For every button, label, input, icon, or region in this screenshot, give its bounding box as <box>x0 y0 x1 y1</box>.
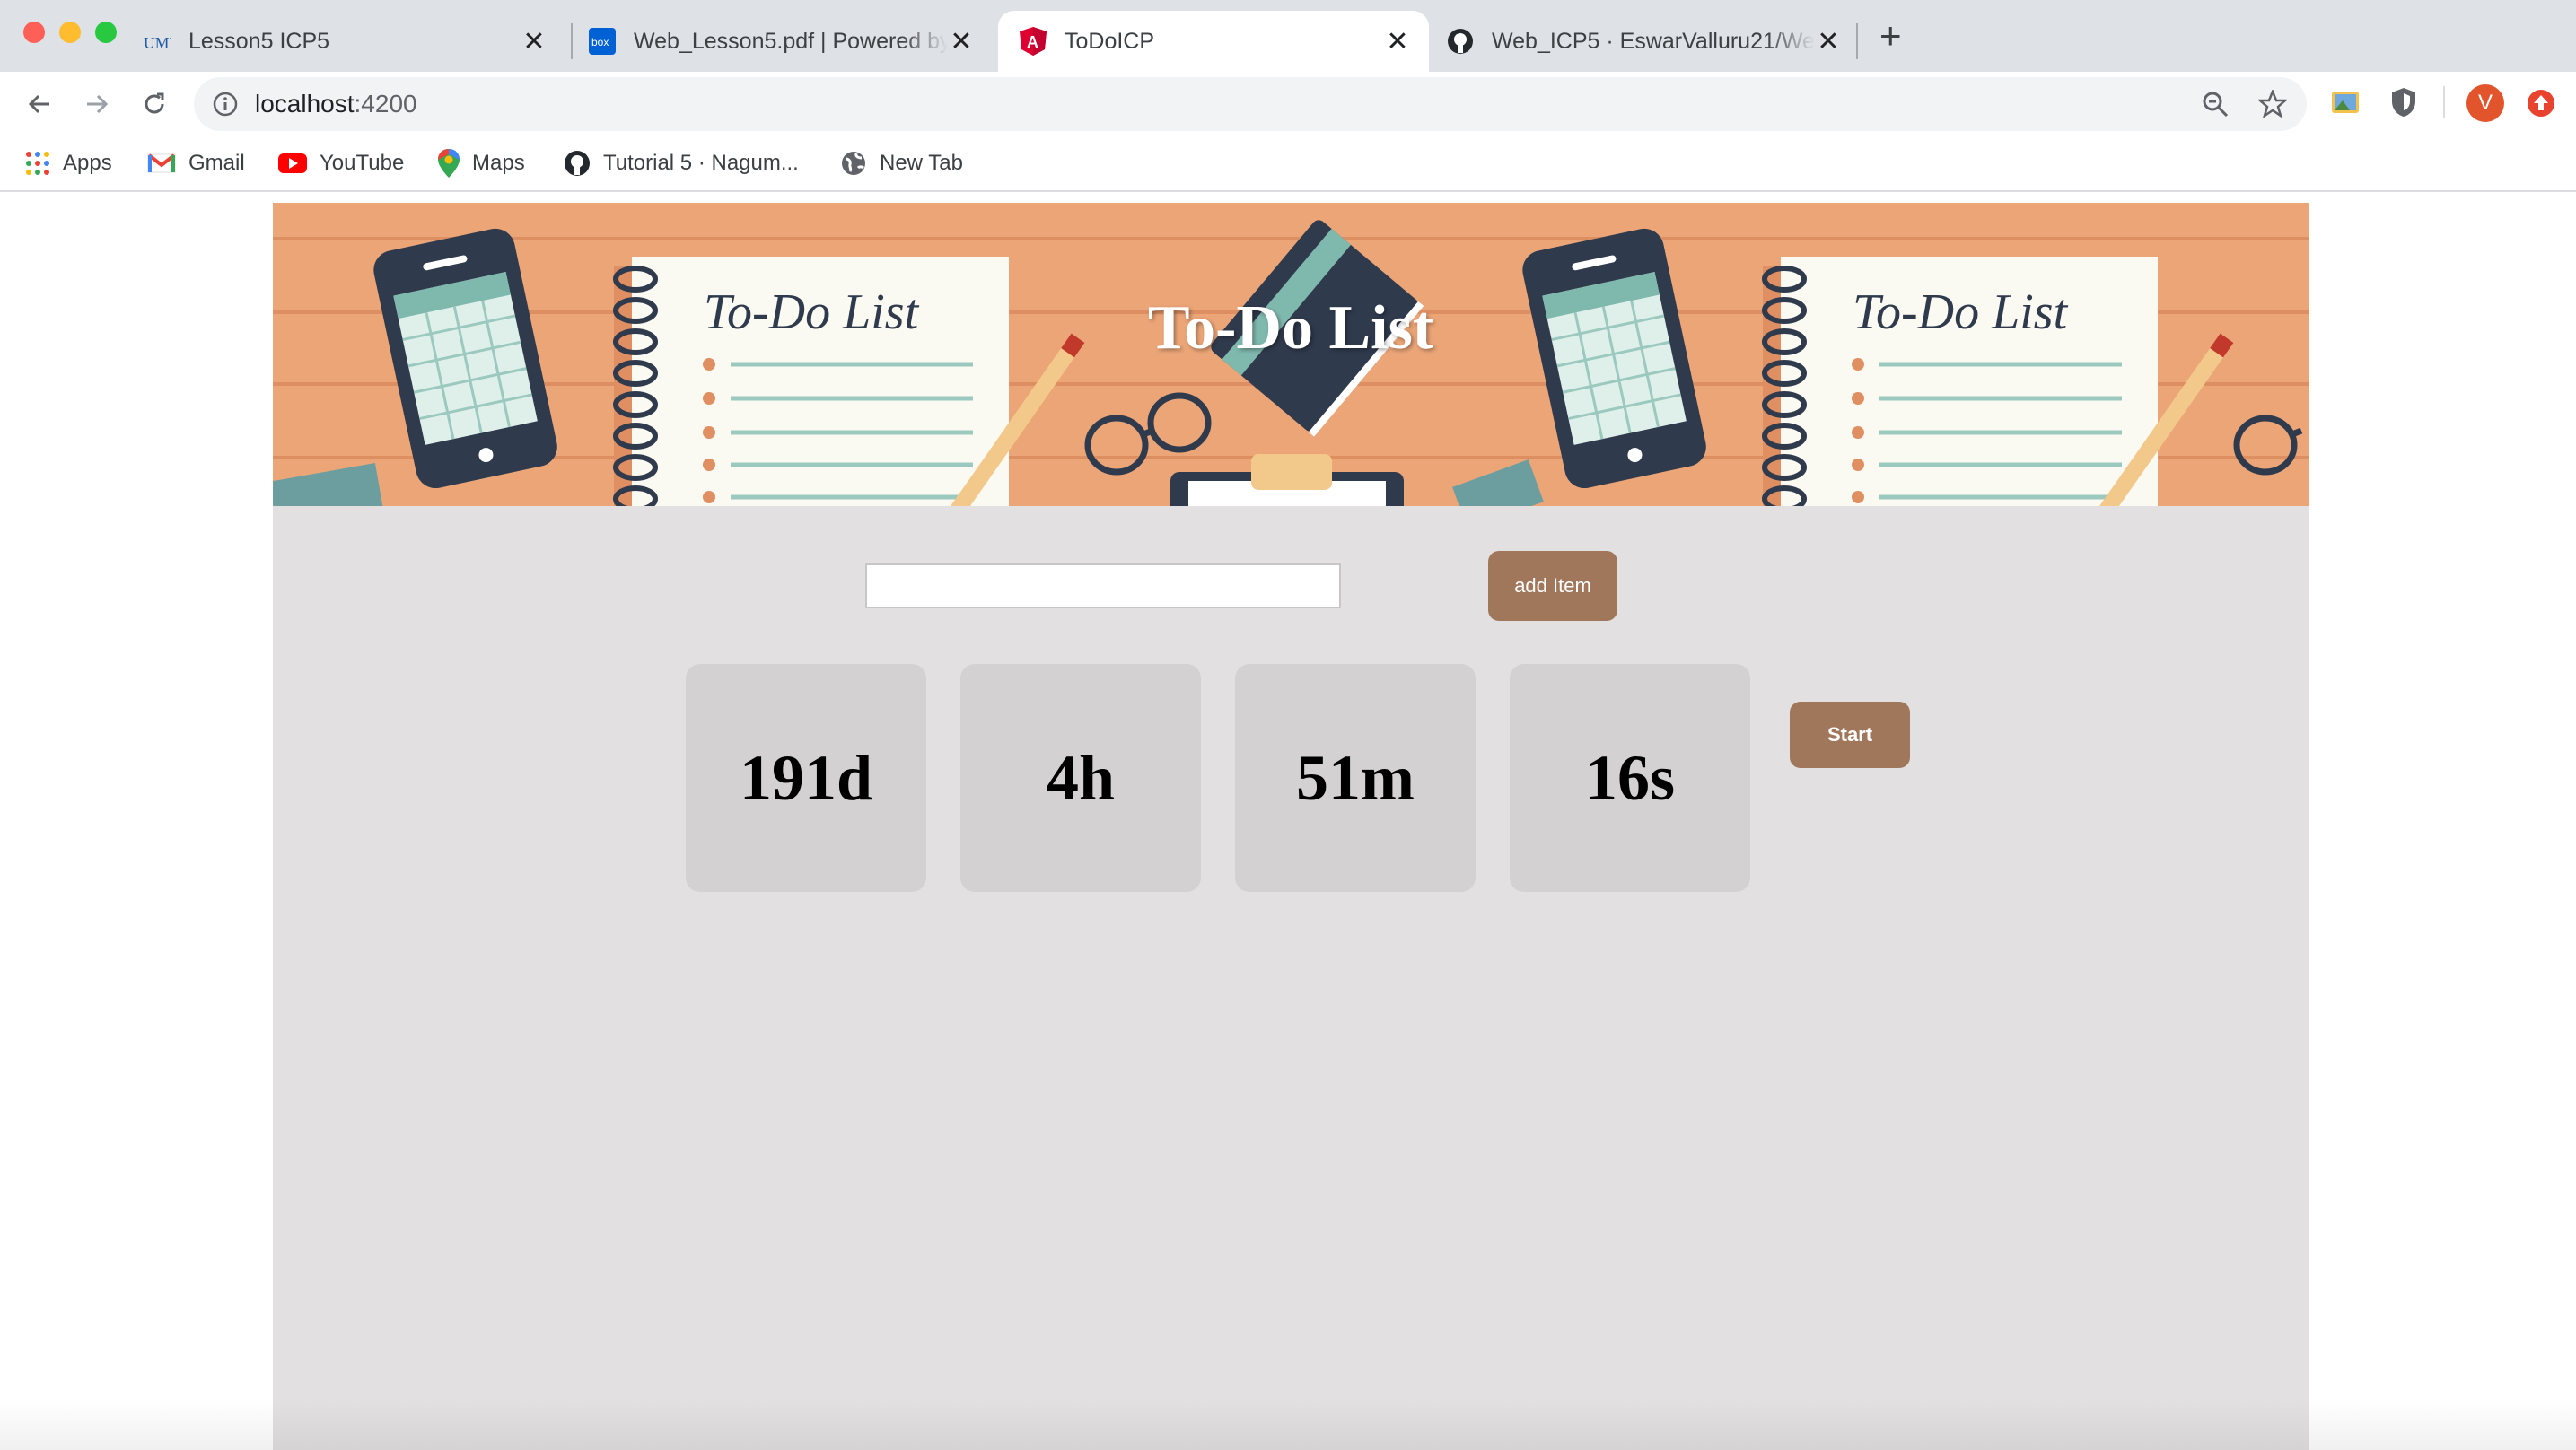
countdown-seconds: 16s <box>1510 664 1750 892</box>
tab-separator <box>571 23 573 59</box>
bookmark-new-tab[interactable]: New Tab <box>840 145 963 181</box>
bookmark-label: New Tab <box>880 151 963 175</box>
close-icon[interactable]: ✕ <box>521 26 548 57</box>
bookmark-apps[interactable]: Apps <box>25 145 112 181</box>
tab-strip: UMKC Lesson5 ICP5 ✕ box Web_Lesson5.pdf … <box>0 0 2576 72</box>
tab-lesson5-icp5[interactable]: UMKC Lesson5 ICP5 ✕ <box>144 11 565 72</box>
github-icon <box>564 150 591 177</box>
address-bar[interactable]: localhost:4200 <box>194 77 2307 131</box>
url-text: localhost:4200 <box>255 90 417 118</box>
tab-title: Lesson5 ICP5 <box>188 28 330 54</box>
bookmark-gmail[interactable]: Gmail <box>147 145 245 181</box>
extension-photo-icon[interactable] <box>2330 88 2361 117</box>
header-banner: To-Do List To-Do List To-Do List <box>273 203 2309 506</box>
tab-web-lesson5-pdf[interactable]: box Web_Lesson5.pdf | Powered by Box ✕ <box>589 11 993 72</box>
profile-avatar[interactable]: V <box>2466 84 2504 122</box>
tab-todoicp[interactable]: A ToDoICP ✕ <box>998 11 1429 72</box>
youtube-icon <box>278 153 307 174</box>
bookmark-label: Tutorial 5 · Nagum... <box>603 151 799 175</box>
tab-title: Web_Lesson5.pdf | Powered by Box <box>634 28 948 54</box>
forward-button[interactable] <box>75 83 118 126</box>
arrow-left-icon <box>28 94 49 114</box>
close-icon[interactable]: ✕ <box>1815 26 1842 57</box>
page-title: To-Do List <box>1147 293 1434 362</box>
close-icon[interactable]: ✕ <box>1384 26 1411 57</box>
arrow-right-icon <box>87 94 109 114</box>
back-button[interactable] <box>18 83 61 126</box>
toolbar-separator <box>2443 86 2445 118</box>
angular-icon: A <box>1020 27 1047 56</box>
bookmark-tutorial-5[interactable]: Tutorial 5 · Nagum... <box>564 145 799 181</box>
reload-icon <box>145 92 164 114</box>
umkc-icon: UMKC <box>144 28 171 55</box>
svg-text:A: A <box>1027 33 1038 51</box>
zoom-icon[interactable] <box>2201 90 2230 118</box>
url-host: localhost <box>255 90 355 118</box>
start-button[interactable]: Start <box>1790 702 1910 768</box>
window-minimize-button[interactable] <box>59 22 81 43</box>
todo-item-input[interactable] <box>865 563 1341 608</box>
browser-toolbar: localhost:4200 <box>0 72 2576 136</box>
add-item-button[interactable]: add Item <box>1488 551 1617 621</box>
shield-icon[interactable] <box>2389 86 2418 118</box>
apps-grid-icon <box>25 151 50 176</box>
bookmark-maps[interactable]: Maps <box>438 145 525 181</box>
countdown-hours: 4h <box>960 664 1201 892</box>
tab-separator <box>1856 23 1858 59</box>
window-zoom-button[interactable] <box>95 22 117 43</box>
box-icon: box <box>589 28 616 55</box>
github-icon <box>1447 28 1474 55</box>
bookmark-label: Maps <box>472 151 525 175</box>
info-icon[interactable] <box>212 91 239 118</box>
tab-title: ToDoICP <box>1065 28 1155 54</box>
bookmark-label: YouTube <box>320 151 405 175</box>
close-icon[interactable]: ✕ <box>948 26 975 57</box>
todo-app: To-Do List To-Do List To-Do List add Ite… <box>273 203 2309 1450</box>
bookmarks-bar: Apps Gmail YouTube Maps Tutorial 5 · Nag… <box>0 136 2576 192</box>
tab-web-icp5-github[interactable]: Web_ICP5 · EswarValluru21/Web ✕ <box>1447 11 1860 72</box>
url-port: :4200 <box>354 90 417 118</box>
new-tab-button[interactable]: + <box>1879 14 1902 57</box>
svg-text:box: box <box>591 36 609 48</box>
countdown-days: 191d <box>686 664 926 892</box>
gmail-icon <box>147 153 176 174</box>
svg-text:UMKC: UMKC <box>144 34 171 52</box>
window-close-button[interactable] <box>23 22 45 43</box>
star-icon[interactable] <box>2258 90 2287 118</box>
tab-title: Web_ICP5 · EswarValluru21/Web <box>1492 28 1815 54</box>
countdown-minutes: 51m <box>1235 664 1476 892</box>
bookmark-label: Gmail <box>188 151 245 175</box>
bookmark-youtube[interactable]: YouTube <box>278 145 404 181</box>
maps-pin-icon <box>438 149 460 178</box>
bookmark-label: Apps <box>63 151 112 175</box>
update-icon[interactable] <box>2526 88 2556 118</box>
reload-button[interactable] <box>133 83 176 126</box>
globe-icon <box>840 150 867 177</box>
